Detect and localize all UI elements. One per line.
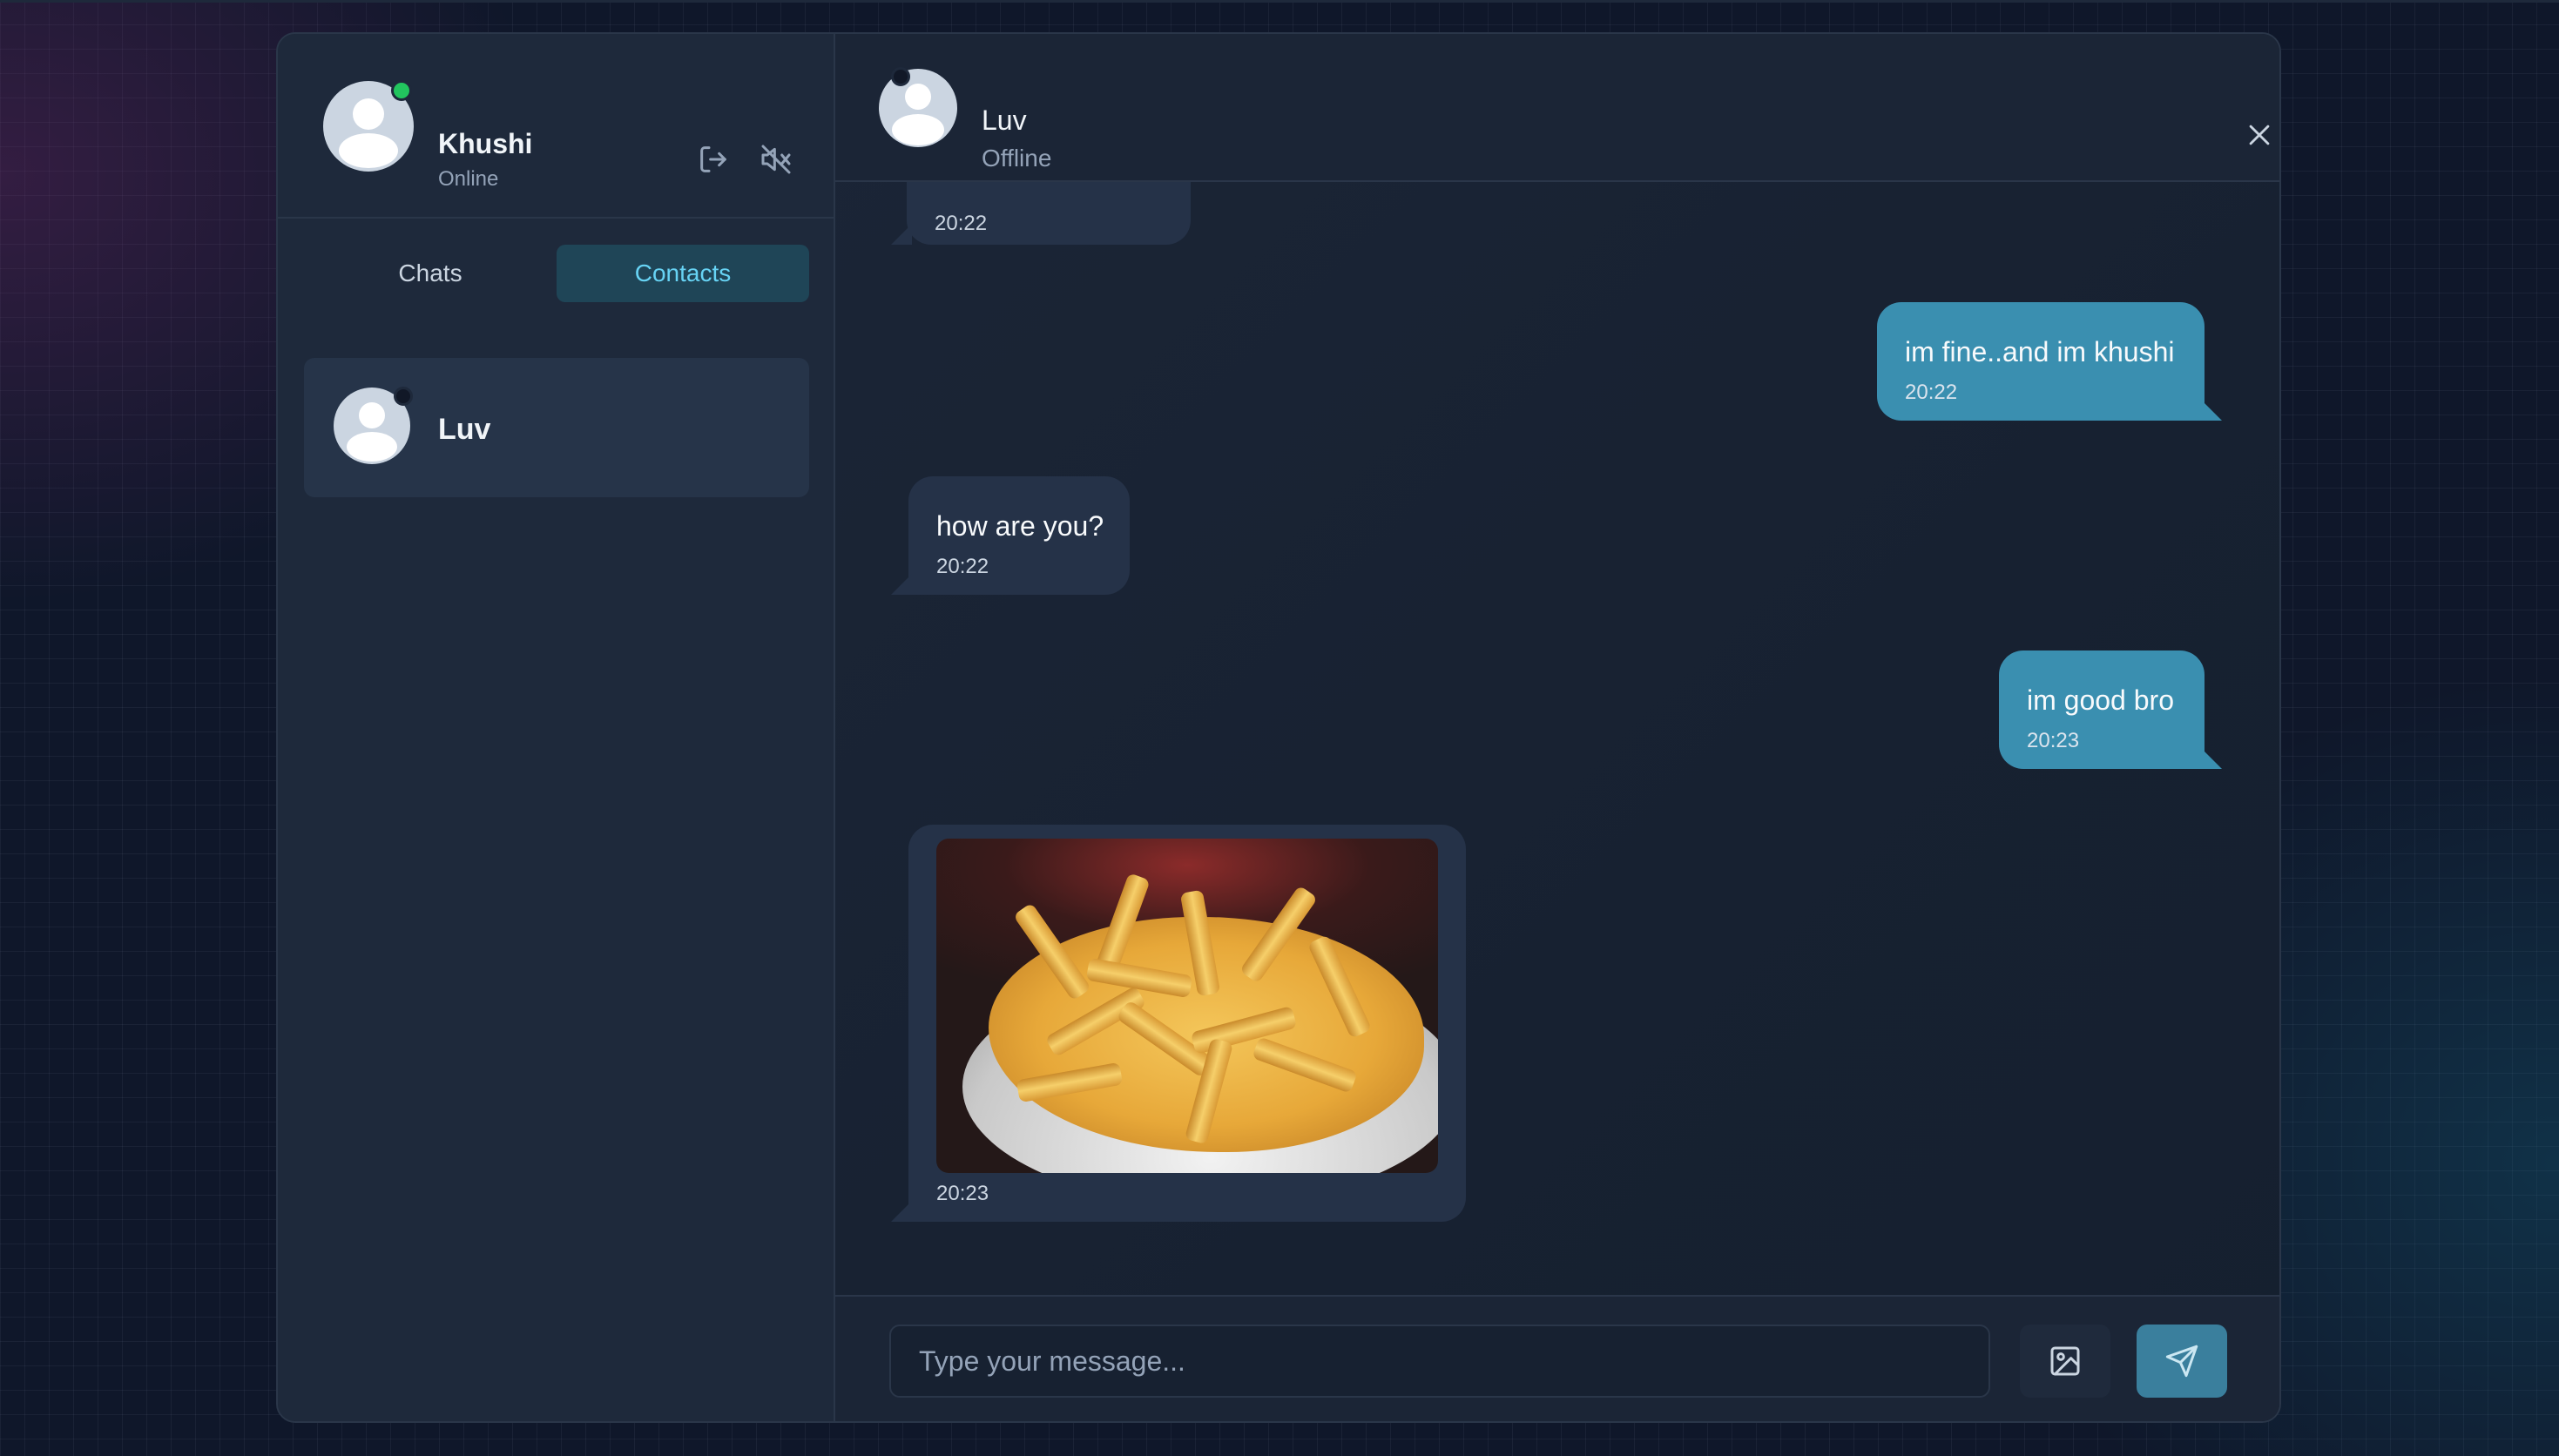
chat-contact-name: Luv xyxy=(982,104,1027,136)
chat-header: Luv Offline xyxy=(835,34,2279,182)
message-bubble-outgoing: im fine..and im khushi 20:22 xyxy=(1877,302,2205,421)
message-time: 20:22 xyxy=(936,555,989,578)
message-text: how are you? xyxy=(936,510,1104,542)
chat-app-window: Khushi Online Chats Contacts Luv 20:22 i… xyxy=(276,32,2281,1423)
volume-off-icon xyxy=(761,145,791,174)
sidebar-tabs: Chats Contacts xyxy=(304,245,809,302)
current-user-profile: Khushi Online xyxy=(278,34,834,219)
message-text: im good bro xyxy=(2027,684,2174,716)
chat-contact-status: Offline xyxy=(982,145,1052,172)
bubble-tail xyxy=(891,1201,912,1222)
message-composer xyxy=(835,1295,2279,1421)
offline-status-dot xyxy=(394,387,413,406)
logout-icon xyxy=(700,146,726,172)
tab-chats[interactable]: Chats xyxy=(304,245,557,302)
contact-avatar xyxy=(879,69,957,147)
message-text: im fine..and im khushi xyxy=(1905,336,2175,367)
online-status-dot xyxy=(391,80,412,101)
mute-sound-button[interactable] xyxy=(755,138,797,180)
message-list[interactable]: 20:22 im fine..and im khushi 20:22 how a… xyxy=(835,34,2279,1328)
message-time: 20:22 xyxy=(935,212,988,235)
french-fries-photo[interactable] xyxy=(936,839,1438,1173)
current-user-status: Online xyxy=(438,167,499,191)
attach-image-button[interactable] xyxy=(2020,1325,2110,1398)
current-user-name: Khushi xyxy=(438,128,533,159)
send-icon xyxy=(2165,1345,2198,1378)
message-bubble-outgoing: im good bro 20:23 xyxy=(1999,650,2205,769)
bubble-tail xyxy=(891,224,912,245)
message-time: 20:22 xyxy=(1905,381,1958,404)
contact-name: Luv xyxy=(438,413,491,446)
close-chat-button[interactable] xyxy=(2233,109,2279,161)
contact-item-luv[interactable]: Luv xyxy=(304,358,809,497)
message-input[interactable] xyxy=(889,1325,1990,1398)
send-button[interactable] xyxy=(2137,1325,2227,1398)
bubble-tail xyxy=(891,574,912,595)
message-time: 20:23 xyxy=(936,1182,989,1205)
close-icon xyxy=(2249,125,2270,145)
top-border xyxy=(0,0,2559,3)
tab-contacts[interactable]: Contacts xyxy=(557,245,809,302)
message-bubble-image: 20:23 xyxy=(908,825,1466,1222)
offline-status-dot xyxy=(891,67,910,86)
message-time: 20:23 xyxy=(2027,729,2080,752)
sidebar: Khushi Online Chats Contacts Luv xyxy=(278,34,835,1421)
logout-button[interactable] xyxy=(692,138,734,180)
chat-panel: 20:22 im fine..and im khushi 20:22 how a… xyxy=(835,34,2279,1421)
image-icon xyxy=(2050,1346,2080,1376)
message-bubble-incoming: how are you? 20:22 xyxy=(908,476,1130,595)
